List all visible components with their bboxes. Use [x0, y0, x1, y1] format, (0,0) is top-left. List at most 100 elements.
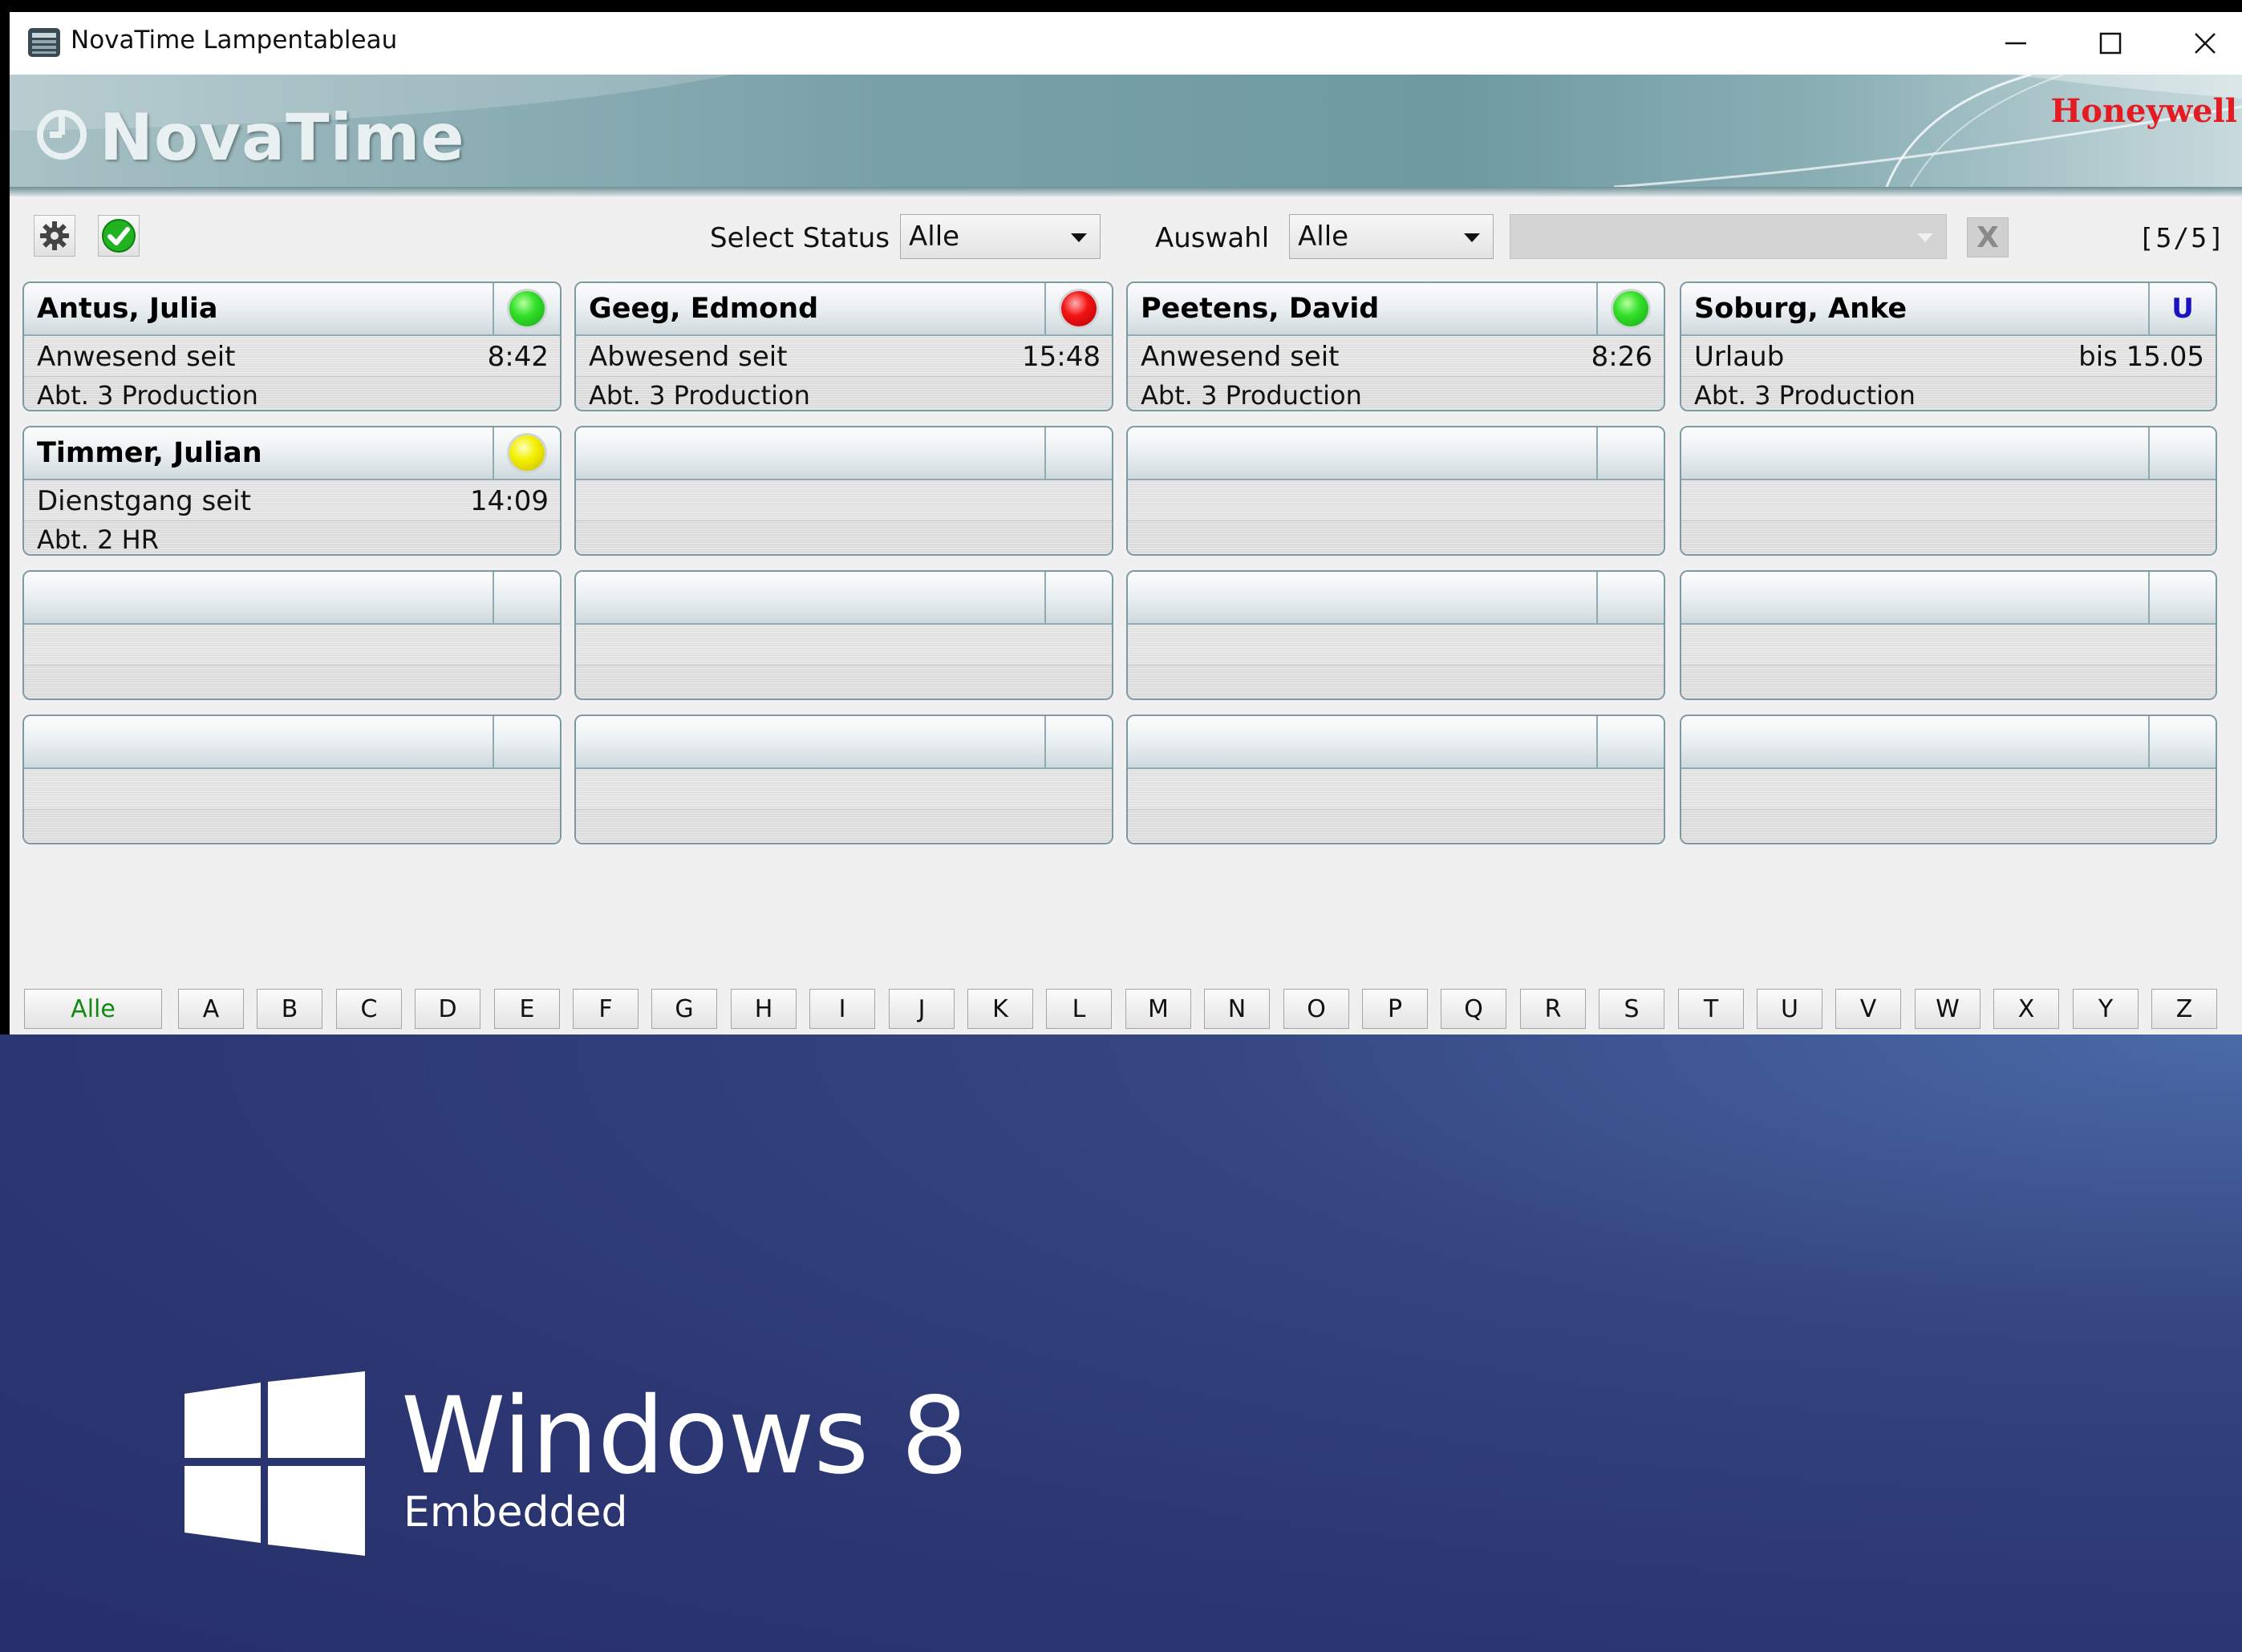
- department-text: Abt. 3 Production: [37, 380, 258, 411]
- windows-logo-icon: [184, 1371, 365, 1556]
- status-letter: U: [2171, 293, 2194, 325]
- department-row: Abt. 3 Production: [1681, 377, 2216, 411]
- status-row: [576, 625, 1112, 666]
- department-text: Abt. 3 Production: [1694, 380, 1916, 411]
- status-lamp-box: [1044, 572, 1112, 623]
- filter-letter-button[interactable]: P: [1362, 989, 1428, 1029]
- card-header: [1128, 716, 1664, 769]
- card-header: Timmer, Julian: [24, 427, 560, 480]
- filter-letter-button[interactable]: I: [809, 989, 875, 1029]
- department-row: [24, 810, 560, 843]
- minimize-icon: [2005, 42, 2026, 45]
- settings-button[interactable]: [34, 215, 75, 257]
- filter-letter-button[interactable]: X: [1993, 989, 2059, 1029]
- empty-card: [1680, 715, 2217, 844]
- auswahl-select[interactable]: Alle: [1289, 214, 1494, 259]
- department-row: [1128, 666, 1664, 698]
- alphabet-filter-bar: Alle A B C D E F G H I J K L M N O P Q R S T U V W X Y Z: [22, 989, 2230, 1037]
- filter-letter-button[interactable]: Z: [2151, 989, 2217, 1029]
- gear-icon: [40, 221, 69, 250]
- empty-card: [1680, 570, 2217, 700]
- empty-card: [1126, 570, 1665, 700]
- employee-card[interactable]: Soburg, Anke U Urlaub bis 15.05 Abt. 3 Produ…: [1680, 281, 2217, 411]
- filter-letter-button[interactable]: G: [651, 989, 717, 1029]
- clock-logo-icon: [37, 110, 87, 160]
- status-select[interactable]: Alle: [900, 214, 1101, 259]
- empty-card: [1680, 426, 2217, 556]
- filter-letter-button[interactable]: J: [889, 989, 955, 1029]
- filter-letter-button[interactable]: M: [1125, 989, 1191, 1029]
- department-row: [1128, 810, 1664, 843]
- department-row: [1128, 521, 1664, 554]
- maximize-button[interactable]: [2063, 12, 2158, 75]
- auswahl-select-value: Alle: [1298, 221, 1349, 253]
- employee-card[interactable]: Timmer, Julian Dienstgang seit 14:09 Abt. 2…: [22, 426, 562, 556]
- record-counter: [5/5]: [2138, 222, 2226, 253]
- status-text: Dienstgang seit: [37, 485, 251, 517]
- department-row: [1681, 521, 2216, 554]
- status-lamp-red-icon: [1061, 291, 1097, 326]
- status-row: [1128, 625, 1664, 666]
- department-row: [24, 666, 560, 698]
- status-row: Urlaub bis 15.05: [1681, 336, 2216, 377]
- title-bar[interactable]: NovaTime Lampentableau: [10, 12, 2242, 75]
- status-lamp-box: [493, 572, 560, 623]
- employee-card[interactable]: Peetens, David Anwesend seit 8:26 Abt. 3 Pr…: [1126, 281, 1665, 411]
- confirm-button[interactable]: [98, 215, 140, 257]
- status-text: Abwesend seit: [589, 341, 788, 373]
- status-select-value: Alle: [909, 221, 960, 253]
- filter-letter-button[interactable]: T: [1678, 989, 1744, 1029]
- clear-button[interactable]: X: [1967, 217, 2009, 257]
- filter-letter-button[interactable]: S: [1599, 989, 1664, 1029]
- department-row: [576, 810, 1112, 843]
- status-time: bis 15.05: [2078, 341, 2204, 373]
- filter-letter-button[interactable]: O: [1283, 989, 1349, 1029]
- filter-letter-button[interactable]: K: [967, 989, 1033, 1029]
- status-lamp-green-icon: [509, 291, 545, 326]
- chevron-down-icon: [1071, 233, 1087, 242]
- employee-card[interactable]: Geeg, Edmond Abwesend seit 15:48 Abt. 3 Pro…: [574, 281, 1113, 411]
- status-lamp-box: [2148, 572, 2216, 623]
- status-row: [24, 625, 560, 666]
- os-title: Windows 8: [401, 1375, 968, 1498]
- card-header: [1128, 427, 1664, 480]
- filter-letter-button[interactable]: D: [415, 989, 480, 1029]
- filter-letter-button[interactable]: R: [1520, 989, 1586, 1029]
- status-text: Urlaub: [1694, 341, 1785, 373]
- status-row: Anwesend seit 8:26: [1128, 336, 1664, 377]
- status-lamp-box: U: [2148, 283, 2216, 334]
- filter-letter-button[interactable]: F: [573, 989, 639, 1029]
- status-row: [576, 480, 1112, 521]
- minimize-button[interactable]: [1968, 12, 2063, 75]
- filter-letter-button[interactable]: H: [731, 989, 797, 1029]
- card-header: Soburg, Anke U: [1681, 283, 2216, 336]
- status-lamp-box: [1044, 716, 1112, 767]
- filter-letter-button[interactable]: A: [178, 989, 244, 1029]
- os-subtitle: Embedded: [403, 1488, 628, 1537]
- filter-letter-button[interactable]: V: [1835, 989, 1901, 1029]
- filter-letter-button[interactable]: Q: [1441, 989, 1506, 1029]
- status-lamp-box: [1596, 283, 1664, 334]
- secondary-select: [1510, 214, 1947, 259]
- empty-card: [22, 715, 562, 844]
- empty-card: [574, 715, 1113, 844]
- filter-letter-button[interactable]: L: [1046, 989, 1112, 1029]
- filter-letter-button[interactable]: U: [1757, 989, 1822, 1029]
- employee-name: Antus, Julia: [37, 293, 218, 325]
- filter-letter-button[interactable]: E: [494, 989, 560, 1029]
- close-button[interactable]: [2158, 12, 2242, 75]
- filter-letter-button[interactable]: N: [1204, 989, 1270, 1029]
- status-row: [1681, 625, 2216, 666]
- department-row: [576, 521, 1112, 554]
- empty-card: [574, 570, 1113, 700]
- filter-letter-button[interactable]: C: [336, 989, 402, 1029]
- filter-all-button[interactable]: Alle: [24, 989, 162, 1029]
- filter-letter-button[interactable]: B: [257, 989, 322, 1029]
- card-header: [1681, 572, 2216, 625]
- empty-card: [22, 570, 562, 700]
- filter-letter-button[interactable]: W: [1915, 989, 1981, 1029]
- novatime-logo: NovaTime: [99, 100, 465, 175]
- department-row: Abt. 3 Production: [1128, 377, 1664, 410]
- filter-letter-button[interactable]: Y: [2073, 989, 2139, 1029]
- employee-card[interactable]: Antus, Julia Anwesend seit 8:42 Abt. 3 Prod…: [22, 281, 562, 411]
